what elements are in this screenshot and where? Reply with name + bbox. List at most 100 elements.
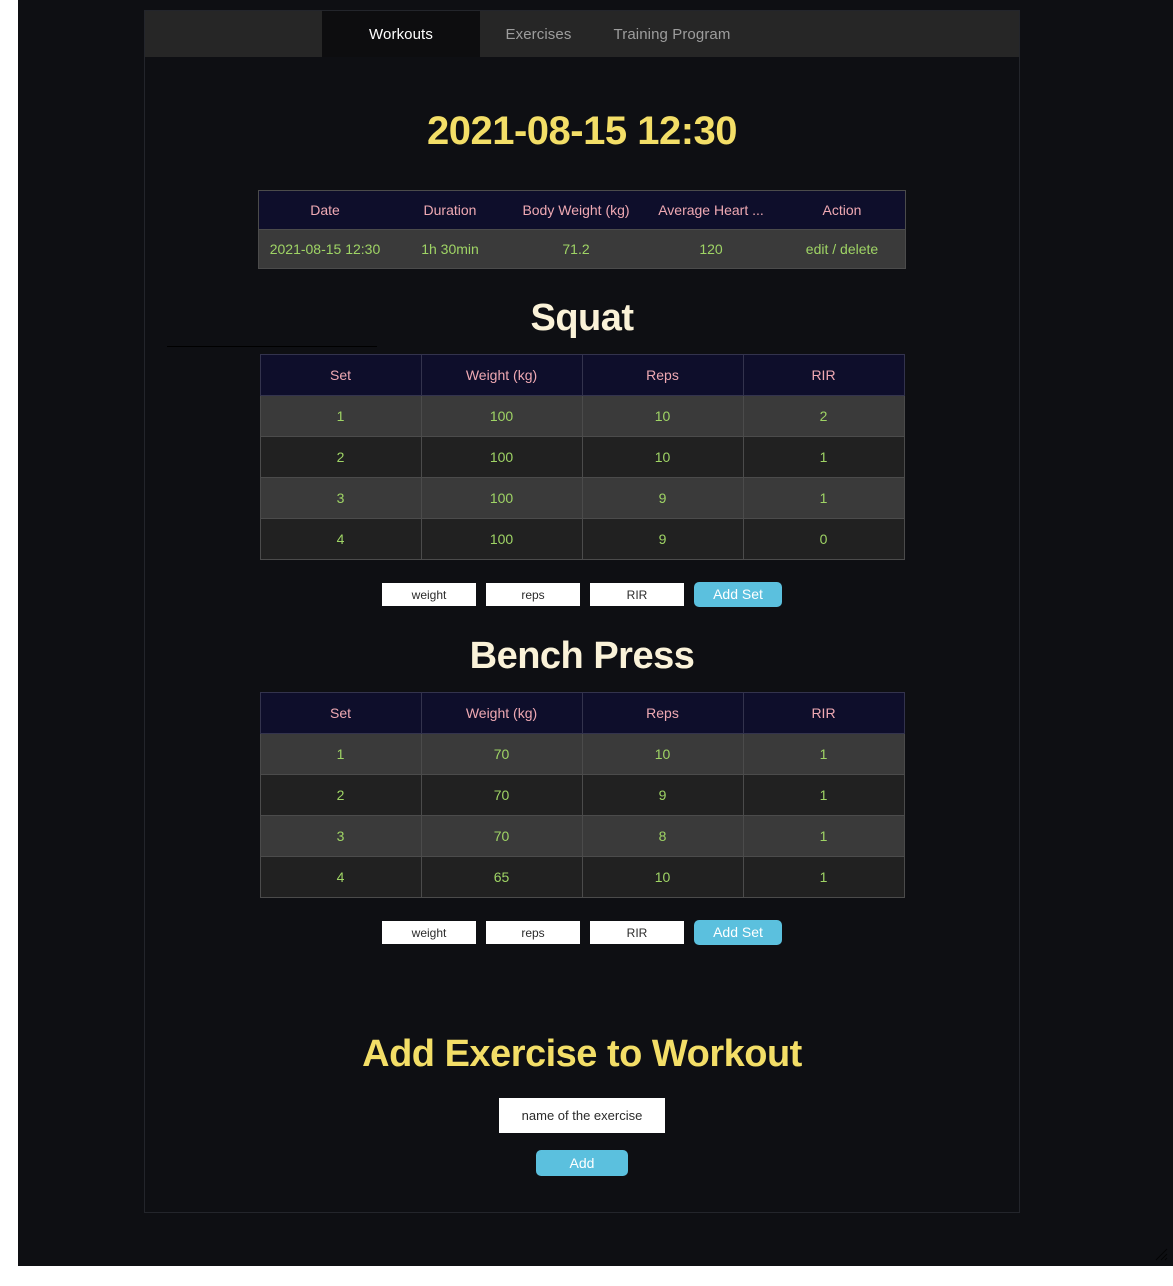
cell-weight: 70: [420, 774, 583, 816]
exercise-name-input[interactable]: [499, 1098, 665, 1133]
add-exercise-section: Add Exercise to Workout Add: [145, 945, 1019, 1176]
cell-average-heart-rate: 120: [643, 229, 779, 269]
cell-set: 4: [259, 518, 422, 560]
sets-table-wrapper-squat: Set Weight (kg) Reps RIR 1 100 10 2 2 10…: [145, 354, 1019, 560]
cell-reps: 10: [581, 436, 744, 478]
cell-rir: 1: [742, 436, 905, 478]
resize-grip-icon[interactable]: [1153, 1246, 1169, 1262]
cell-rir: 2: [742, 395, 905, 437]
cell-weight: 100: [420, 477, 583, 519]
cell-weight: 70: [420, 733, 583, 775]
cell-rir: 1: [742, 733, 905, 775]
cell-duration: 1h 30min: [391, 229, 509, 269]
column-header-weight: Weight (kg): [420, 692, 583, 734]
column-header-rir: RIR: [742, 692, 905, 734]
sets-body-squat: 1 100 10 2 2 100 10 1 3 100 9 1 4 100 9 …: [259, 395, 905, 560]
workout-summary-header: Date Duration Body Weight (kg) Average H…: [258, 190, 906, 230]
cell-set: 3: [259, 815, 422, 857]
sets-table-squat: Set Weight (kg) Reps RIR 1 100 10 2 2 10…: [259, 354, 905, 560]
column-header-weight: Weight (kg): [420, 354, 583, 396]
table-header-row: Date Duration Body Weight (kg) Average H…: [258, 190, 906, 230]
column-header-set: Set: [259, 354, 422, 396]
cell-reps: 10: [581, 733, 744, 775]
navbar-left-spacer: [145, 11, 322, 57]
cell-rir: 0: [742, 518, 905, 560]
cell-set: 1: [259, 395, 422, 437]
add-set-form-bench-press: Add Set: [145, 920, 1019, 945]
app-container: Workouts Exercises Training Program 2021…: [144, 10, 1020, 1213]
exercise-title-squat: Squat: [530, 297, 634, 339]
table-header-row: Set Weight (kg) Reps RIR: [259, 354, 905, 396]
column-header-set: Set: [259, 692, 422, 734]
cell-body-weight: 71.2: [509, 229, 643, 269]
cell-reps: 9: [581, 774, 744, 816]
workout-summary-body: 2021-08-15 12:30 1h 30min 71.2 120 edit …: [258, 229, 906, 269]
add-set-button-bench-press[interactable]: Add Set: [694, 920, 782, 945]
column-header-body-weight: Body Weight (kg): [509, 190, 643, 230]
cell-weight: 65: [420, 856, 583, 898]
cell-action-edit-delete[interactable]: edit / delete: [779, 229, 906, 269]
table-row: 2 70 9 1: [259, 774, 905, 816]
sets-body-bench-press: 1 70 10 1 2 70 9 1 3 70 8 1 4 65 10 1: [259, 733, 905, 898]
reps-input-squat[interactable]: [486, 583, 580, 606]
column-header-reps: Reps: [581, 354, 744, 396]
sets-header-squat: Set Weight (kg) Reps RIR: [259, 354, 905, 396]
page-title: 2021-08-15 12:30: [426, 109, 738, 153]
exercise-block-squat: Squat Set Weight (kg) Reps RIR 1 100 10 …: [145, 269, 1019, 607]
reps-input-bench-press[interactable]: [486, 921, 580, 944]
add-set-button-squat[interactable]: Add Set: [694, 582, 782, 607]
cell-rir: 1: [742, 815, 905, 857]
sets-table-wrapper-bench-press: Set Weight (kg) Reps RIR 1 70 10 1 2 70 …: [145, 692, 1019, 898]
workout-summary-section: Date Duration Body Weight (kg) Average H…: [145, 190, 1019, 269]
column-header-date: Date: [258, 190, 391, 230]
weight-input-squat[interactable]: [382, 583, 476, 606]
tab-training-program[interactable]: Training Program: [597, 11, 747, 57]
table-row: 3 70 8 1: [259, 815, 905, 857]
column-header-action: Action: [779, 190, 906, 230]
cell-weight: 100: [420, 518, 583, 560]
main-navbar: Workouts Exercises Training Program: [145, 11, 1019, 57]
weight-input-bench-press[interactable]: [382, 921, 476, 944]
table-header-row: Set Weight (kg) Reps RIR: [259, 692, 905, 734]
cell-date: 2021-08-15 12:30: [258, 229, 391, 269]
table-row: 1 100 10 2: [259, 395, 905, 437]
table-row: 2021-08-15 12:30 1h 30min 71.2 120 edit …: [258, 229, 906, 269]
tab-exercises[interactable]: Exercises: [480, 11, 597, 57]
cell-weight: 100: [420, 436, 583, 478]
table-row: 1 70 10 1: [259, 733, 905, 775]
column-header-duration: Duration: [391, 190, 509, 230]
table-row: 4 100 9 0: [259, 518, 905, 560]
table-row: 4 65 10 1: [259, 856, 905, 898]
cell-reps: 8: [581, 815, 744, 857]
exercise-block-bench-press: Bench Press Set Weight (kg) Reps RIR 1 7…: [145, 607, 1019, 945]
add-exercise-form: Add: [145, 1098, 1019, 1176]
browser-viewport: Workouts Exercises Training Program 2021…: [18, 0, 1173, 1266]
tab-workouts[interactable]: Workouts: [322, 11, 480, 57]
cell-weight: 100: [420, 395, 583, 437]
cell-rir: 1: [742, 856, 905, 898]
cell-weight: 70: [420, 815, 583, 857]
add-exercise-button[interactable]: Add: [536, 1150, 628, 1176]
cell-rir: 1: [742, 477, 905, 519]
rir-input-squat[interactable]: [590, 583, 684, 606]
column-header-average-heart: Average Heart ...: [643, 190, 779, 230]
cell-set: 4: [259, 856, 422, 898]
add-set-form-squat: Add Set: [145, 582, 1019, 607]
cell-reps: 10: [581, 856, 744, 898]
exercise-title-bench-press: Bench Press: [469, 635, 695, 677]
cell-rir: 1: [742, 774, 905, 816]
workout-summary-table: Date Duration Body Weight (kg) Average H…: [258, 190, 906, 269]
cell-reps: 10: [581, 395, 744, 437]
cell-reps: 9: [581, 477, 744, 519]
cell-set: 2: [259, 436, 422, 478]
column-header-rir: RIR: [742, 354, 905, 396]
cell-set: 3: [259, 477, 422, 519]
rir-input-bench-press[interactable]: [590, 921, 684, 944]
sets-table-bench-press: Set Weight (kg) Reps RIR 1 70 10 1 2 70 …: [259, 692, 905, 898]
column-header-reps: Reps: [581, 692, 744, 734]
cell-reps: 9: [581, 518, 744, 560]
add-exercise-title: Add Exercise to Workout: [362, 1033, 802, 1075]
page-content: 2021-08-15 12:30 Date Duration Body Weig…: [145, 57, 1019, 1212]
cell-set: 1: [259, 733, 422, 775]
table-row: 3 100 9 1: [259, 477, 905, 519]
